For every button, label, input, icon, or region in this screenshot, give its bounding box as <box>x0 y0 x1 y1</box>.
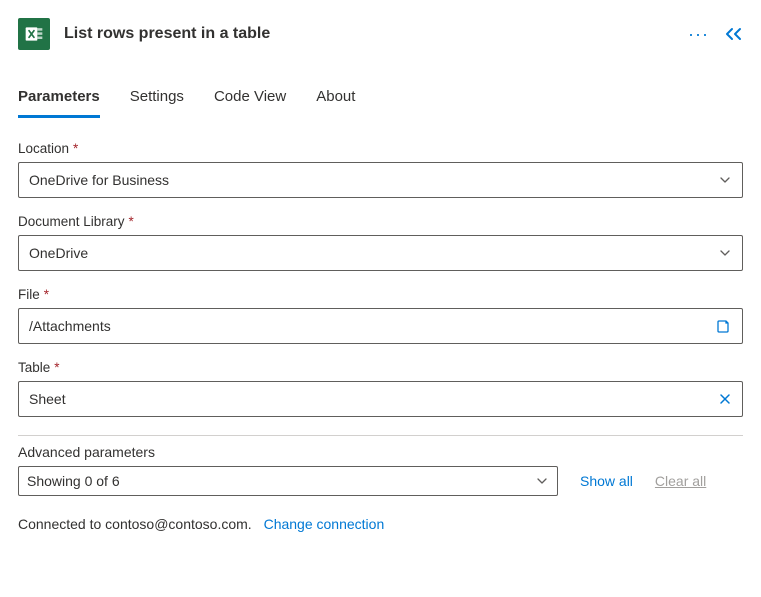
field-library: Document Library * OneDrive <box>18 214 743 271</box>
clear-icon[interactable] <box>710 392 732 406</box>
table-label: Table * <box>18 360 743 375</box>
show-all-link[interactable]: Show all <box>580 473 633 489</box>
location-label-text: Location <box>18 141 69 156</box>
card-title: List rows present in a table <box>64 25 674 43</box>
library-dropdown[interactable]: OneDrive <box>18 235 743 271</box>
required-asterisk: * <box>44 287 49 302</box>
chevron-down-icon <box>710 246 732 260</box>
advanced-dropdown[interactable]: Showing 0 of 6 <box>18 466 558 496</box>
parameters-form: Location * OneDrive for Business Documen… <box>18 119 743 532</box>
required-asterisk: * <box>54 360 59 375</box>
tab-bar: Parameters Settings Code View About <box>18 80 743 119</box>
file-value: /Attachments <box>29 318 708 334</box>
excel-icon <box>18 18 50 50</box>
section-divider <box>18 435 743 436</box>
library-label: Document Library * <box>18 214 743 229</box>
clear-all-link: Clear all <box>655 473 706 489</box>
chevron-down-icon <box>710 173 732 187</box>
field-location: Location * OneDrive for Business <box>18 141 743 198</box>
location-label: Location * <box>18 141 743 156</box>
more-menu-icon[interactable]: ··· <box>688 25 709 43</box>
file-label-text: File <box>18 287 40 302</box>
folder-browse-icon[interactable] <box>708 318 732 334</box>
change-connection-link[interactable]: Change connection <box>264 516 385 532</box>
library-value: OneDrive <box>29 245 710 261</box>
advanced-label: Advanced parameters <box>18 444 743 460</box>
file-label: File * <box>18 287 743 302</box>
tab-about[interactable]: About <box>316 80 355 118</box>
library-label-text: Document Library <box>18 214 125 229</box>
tab-settings[interactable]: Settings <box>130 80 184 118</box>
field-table: Table * Sheet <box>18 360 743 417</box>
collapse-icon[interactable] <box>725 27 743 41</box>
advanced-row: Showing 0 of 6 Show all Clear all <box>18 466 743 496</box>
advanced-summary: Showing 0 of 6 <box>27 473 527 489</box>
location-value: OneDrive for Business <box>29 172 710 188</box>
connection-footer: Connected to contoso@contoso.com. Change… <box>18 516 743 532</box>
chevron-down-icon <box>527 474 549 488</box>
table-value: Sheet <box>29 391 710 407</box>
table-input[interactable]: Sheet <box>18 381 743 417</box>
required-asterisk: * <box>73 141 78 156</box>
tab-code-view[interactable]: Code View <box>214 80 286 118</box>
location-dropdown[interactable]: OneDrive for Business <box>18 162 743 198</box>
header-actions: ··· <box>688 25 743 43</box>
tab-parameters[interactable]: Parameters <box>18 80 100 118</box>
file-input[interactable]: /Attachments <box>18 308 743 344</box>
connected-account: contoso@contoso.com. <box>105 516 252 532</box>
required-asterisk: * <box>129 214 134 229</box>
connected-prefix: Connected to <box>18 516 105 532</box>
field-file: File * /Attachments <box>18 287 743 344</box>
card-header: List rows present in a table ··· <box>18 18 743 80</box>
table-label-text: Table <box>18 360 50 375</box>
